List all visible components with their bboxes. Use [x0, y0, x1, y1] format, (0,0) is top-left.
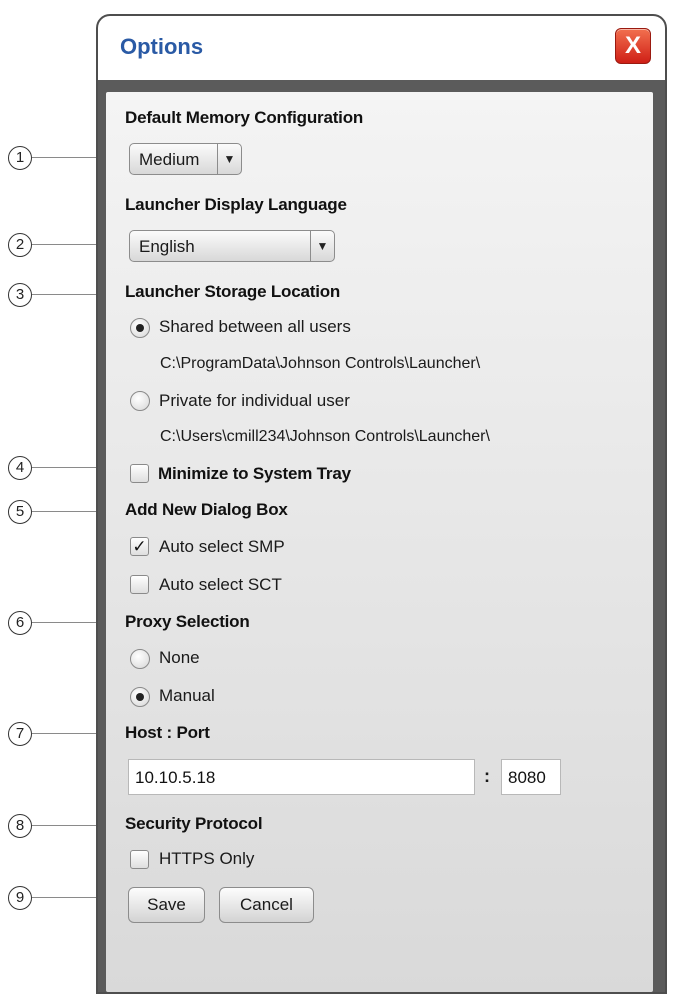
storage-private-label: Private for individual user: [159, 391, 350, 410]
host-port-separator: :: [484, 766, 490, 786]
auto-smp-checkbox[interactable]: ✓: [130, 537, 149, 556]
language-select-value: English: [139, 237, 195, 256]
https-only-label: HTTPS Only: [159, 849, 255, 868]
memory-select-value: Medium: [139, 150, 200, 169]
storage-heading: Launcher Storage Location: [125, 282, 341, 301]
proxy-none-radio[interactable]: [130, 649, 150, 669]
close-button[interactable]: X: [615, 28, 651, 64]
proxy-none-label: None: [159, 648, 200, 667]
storage-shared-radio[interactable]: [130, 318, 150, 338]
auto-sct-label: Auto select SCT: [159, 575, 282, 594]
storage-shared-label: Shared between all users: [159, 317, 351, 336]
port-input[interactable]: 8080: [501, 759, 561, 795]
storage-private-path: C:\Users\cmill234\Johnson Controls\Launc…: [160, 428, 490, 445]
minimize-label: Minimize to System Tray: [158, 464, 351, 483]
host-input[interactable]: 10.10.5.18: [128, 759, 475, 795]
proxy-manual-label: Manual: [159, 686, 215, 705]
save-button[interactable]: Save: [128, 887, 205, 923]
host-port-heading: Host : Port: [125, 723, 210, 742]
memory-select[interactable]: Medium ▼: [129, 143, 242, 175]
https-only-checkbox[interactable]: [130, 850, 149, 869]
security-heading: Security Protocol: [125, 814, 263, 833]
auto-sct-checkbox[interactable]: [130, 575, 149, 594]
chevron-down-icon: ▼: [217, 144, 241, 174]
title-bar: Options X: [98, 16, 665, 80]
language-heading: Launcher Display Language: [125, 195, 347, 214]
storage-shared-path: C:\ProgramData\Johnson Controls\Launcher…: [160, 355, 481, 372]
dialog-title: Options: [120, 34, 204, 59]
memory-heading: Default Memory Configuration: [125, 108, 364, 127]
add-dialog-heading: Add New Dialog Box: [125, 500, 288, 519]
minimize-checkbox[interactable]: [130, 464, 149, 483]
auto-smp-label: Auto select SMP: [159, 537, 285, 556]
chevron-down-icon: ▼: [310, 231, 334, 261]
proxy-manual-radio[interactable]: [130, 687, 150, 707]
storage-private-radio[interactable]: [130, 391, 150, 411]
proxy-heading: Proxy Selection: [125, 612, 250, 631]
language-select[interactable]: English ▼: [129, 230, 335, 262]
cancel-button[interactable]: Cancel: [219, 887, 314, 923]
